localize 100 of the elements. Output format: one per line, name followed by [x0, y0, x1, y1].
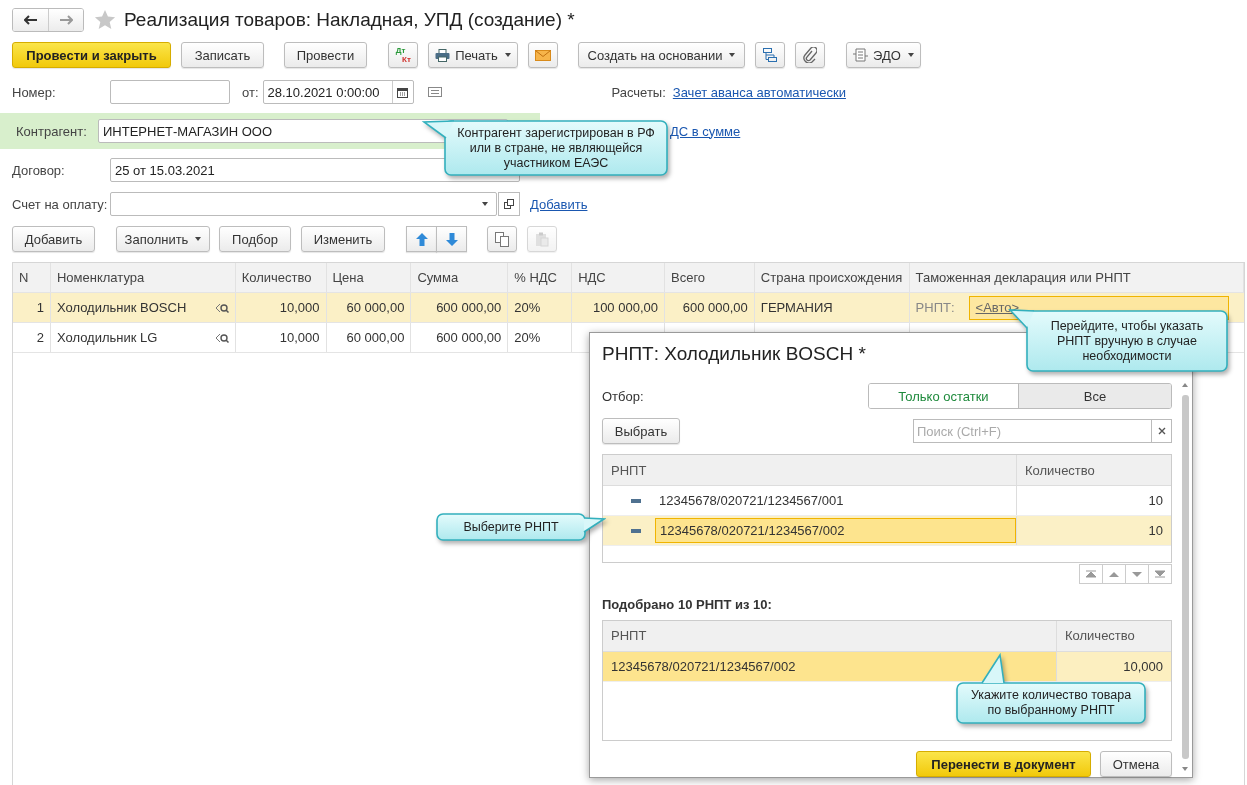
- attach-button[interactable]: [795, 42, 825, 68]
- table-cell[interactable]: 12345678/020721/1234567/002: [655, 518, 1016, 544]
- cancel-button[interactable]: Отмена: [1100, 751, 1172, 777]
- table-cell: 60 000,00: [326, 293, 412, 322]
- notes-icon[interactable]: [427, 87, 442, 97]
- down-arrow-icon: [445, 232, 458, 246]
- table-cell: 10,000: [1057, 651, 1171, 681]
- printer-icon: [435, 48, 451, 62]
- paperclip-icon: [803, 47, 817, 63]
- up-arrow-icon: [415, 232, 428, 246]
- column-header[interactable]: Количество: [1017, 455, 1171, 486]
- item-icon: [631, 498, 641, 503]
- transfer-button[interactable]: Перенести в документ: [916, 751, 1091, 777]
- dropdown-icon[interactable]: [482, 202, 488, 206]
- table-cell: 60 000,00: [326, 323, 412, 352]
- copy-icon: [495, 231, 509, 247]
- move-last-button[interactable]: [1148, 563, 1172, 584]
- close-icon: [1157, 427, 1166, 436]
- move-down-button[interactable]: [436, 226, 467, 252]
- post-button[interactable]: Провести: [284, 42, 367, 68]
- settlements-link[interactable]: Зачет аванса автоматически: [672, 84, 846, 100]
- table-cell: 600 000,00: [411, 293, 509, 322]
- table-cell-text: 10: [1147, 522, 1164, 541]
- dialog-title: РНПТ: Холодильник BOSCH *: [602, 343, 866, 366]
- envelope-icon: [535, 49, 551, 61]
- add-button[interactable]: Добавить: [12, 226, 95, 252]
- choose-button[interactable]: Выбрать: [602, 418, 680, 445]
- column-header[interactable]: N: [13, 263, 51, 292]
- copy-button[interactable]: [487, 226, 517, 252]
- table-cell: 600 000,00: [665, 293, 755, 322]
- clear-button[interactable]: [1151, 419, 1172, 444]
- open-item-icon[interactable]: [214, 301, 229, 314]
- pick-button[interactable]: Подбор: [219, 226, 291, 252]
- document-exchange-icon: [853, 48, 869, 62]
- table-cell: 10,000: [235, 293, 327, 322]
- field-label: от:: [242, 84, 259, 100]
- date-field[interactable]: 28.10.2021 0:00:00: [262, 80, 414, 104]
- fill-button[interactable]: Заполнить: [116, 226, 210, 252]
- column-header[interactable]: Всего: [665, 263, 755, 292]
- column-header[interactable]: Таможенная декларация или РНПТ: [909, 263, 1244, 292]
- column-header[interactable]: РНПТ: [603, 455, 1017, 486]
- invoice-field[interactable]: [110, 192, 497, 216]
- add-link[interactable]: Добавить: [530, 196, 588, 212]
- print-button[interactable]: Печать: [428, 42, 518, 68]
- table-cell: Холодильник LG: [56, 330, 158, 345]
- picked-caption: Подобрано 10 РНПТ из 10:: [602, 596, 773, 612]
- field-label: Контрагент:: [16, 123, 88, 139]
- open-item-icon[interactable]: [214, 331, 229, 344]
- save-button[interactable]: Записать: [181, 42, 264, 68]
- field-label: Расчеты:: [611, 84, 666, 100]
- post-and-close-button[interactable]: Провести и закрыть: [12, 42, 171, 68]
- envelope-button[interactable]: [528, 42, 558, 68]
- window-title: Реализация товаров: Накладная, УПД (создание) *: [124, 9, 575, 31]
- down-triangle-icon: [1132, 569, 1142, 578]
- table-cell: 10,000: [235, 323, 327, 352]
- table-cell: ГЕРМАНИЯ: [754, 293, 910, 322]
- column-header[interactable]: НДС: [572, 263, 665, 292]
- star-icon[interactable]: [94, 9, 116, 31]
- table-cell[interactable]: 12345678/020721/1234567/001: [655, 488, 1016, 514]
- back-button[interactable]: [13, 9, 48, 31]
- vat-link[interactable]: ДС в сумме: [670, 123, 741, 139]
- filter-option[interactable]: Все: [1018, 384, 1171, 409]
- up-triangle-icon: [1109, 569, 1119, 578]
- edit-button[interactable]: Изменить: [301, 226, 385, 252]
- table-cell: 1: [13, 293, 51, 322]
- column-header[interactable]: % НДС: [508, 263, 573, 292]
- clipboard-icon: [535, 231, 549, 247]
- number-field[interactable]: [110, 80, 230, 104]
- table-cell: 2: [13, 323, 51, 352]
- table-cell: 600 000,00: [411, 323, 509, 352]
- calendar-icon: [397, 86, 408, 98]
- last-triangle-icon: [1155, 569, 1165, 578]
- field-label: Счет на оплату:: [12, 196, 109, 212]
- column-header[interactable]: Номенклатура: [50, 263, 236, 292]
- move-up-button[interactable]: [1102, 563, 1126, 584]
- column-header[interactable]: Количество: [1057, 620, 1171, 651]
- column-header[interactable]: РНПТ: [603, 620, 1057, 651]
- debit-credit-button[interactable]: Дт Кт: [388, 42, 418, 68]
- edo-button[interactable]: ЭДО: [846, 42, 921, 68]
- open-icon[interactable]: [504, 199, 514, 209]
- column-header[interactable]: Сумма: [411, 263, 509, 292]
- callout-tooltip: Выберите РНПТ: [434, 510, 606, 544]
- field-label: Договор:: [12, 162, 66, 178]
- first-triangle-icon: [1086, 569, 1096, 578]
- item-icon: [631, 528, 641, 533]
- table-cell: Холодильник BOSCH: [56, 300, 187, 315]
- table-cell-text: 10: [1147, 492, 1164, 511]
- move-up-button[interactable]: [406, 226, 437, 252]
- field-label: Номер:: [12, 84, 57, 100]
- hierarchy-icon: [762, 47, 778, 63]
- create-based-on-button[interactable]: Создать на основании: [578, 42, 745, 68]
- customs-label: РНПТ:: [915, 300, 955, 315]
- right-arrow-icon: [59, 15, 73, 25]
- move-down-button[interactable]: [1125, 563, 1149, 584]
- column-header[interactable]: Количество: [235, 263, 327, 292]
- column-header[interactable]: Страна происхождения: [754, 263, 910, 292]
- structure-button[interactable]: [755, 42, 785, 68]
- move-first-button[interactable]: [1079, 563, 1103, 584]
- search-field[interactable]: Поиск (Ctrl+F): [913, 419, 1151, 444]
- column-header[interactable]: Цена: [326, 263, 412, 292]
